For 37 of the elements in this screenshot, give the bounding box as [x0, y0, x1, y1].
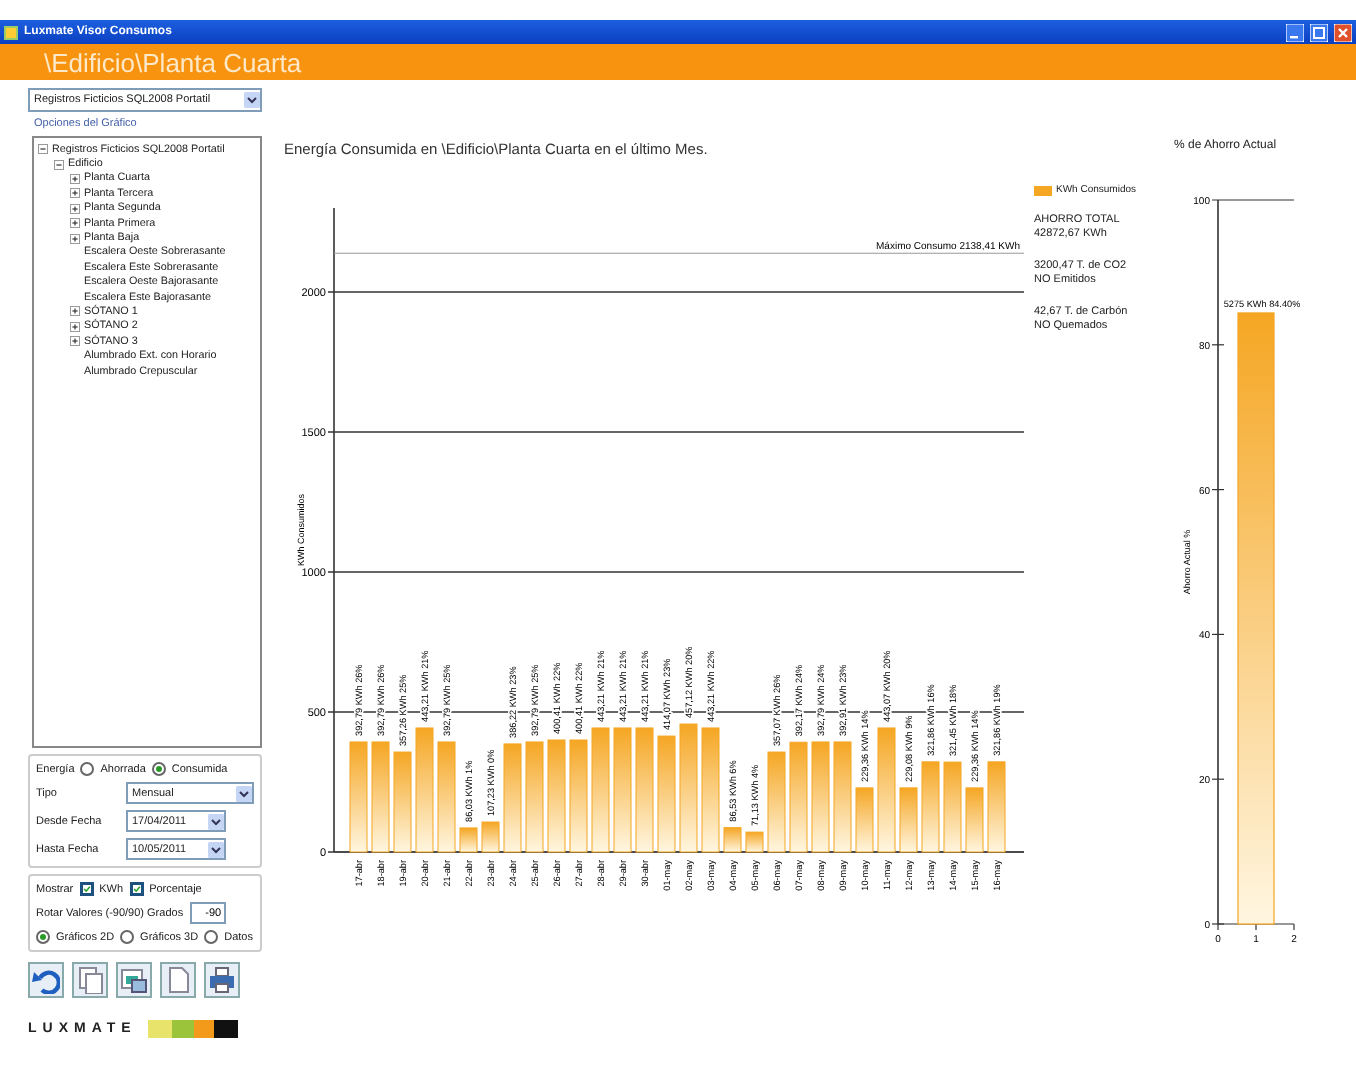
expand-icon[interactable] [70, 321, 80, 332]
radio-button[interactable] [204, 930, 219, 944]
expand-icon[interactable] [70, 306, 80, 317]
logo-mark-icon [148, 1020, 239, 1038]
expand-icon[interactable] [70, 188, 80, 199]
checkbox[interactable] [129, 882, 144, 896]
expand-icon[interactable] [70, 218, 80, 229]
undo-button[interactable] [28, 962, 64, 998]
copy-icon [76, 966, 104, 994]
checkbox[interactable] [79, 882, 94, 896]
radio-button[interactable] [151, 762, 166, 776]
minimize-icon[interactable] [1286, 23, 1304, 41]
caret-icon [208, 841, 224, 857]
maximize-icon[interactable] [1310, 23, 1328, 41]
expand-icon[interactable] [70, 203, 80, 214]
printer-icon [208, 966, 236, 994]
image-button[interactable] [116, 962, 152, 998]
collapse-icon[interactable] [54, 159, 64, 170]
copy-button[interactable] [72, 962, 108, 998]
printer-button[interactable] [204, 962, 240, 998]
expand-icon[interactable] [70, 173, 80, 184]
image-icon [120, 966, 148, 994]
expand-icon[interactable] [70, 336, 80, 347]
radio-button[interactable] [80, 762, 95, 776]
caret-icon [236, 785, 252, 801]
page-icon [164, 966, 192, 994]
close-icon[interactable] [1334, 23, 1352, 41]
expand-icon[interactable] [70, 233, 80, 244]
collapse-icon[interactable] [38, 144, 48, 155]
caret-icon [208, 813, 224, 829]
header-path: \Edificio\Planta Cuarta [44, 47, 302, 77]
page-button[interactable] [160, 962, 196, 998]
undo-icon [32, 966, 60, 994]
app-icon [4, 25, 18, 39]
caret-icon [244, 92, 260, 108]
radio-button[interactable] [36, 930, 50, 944]
radio-button[interactable] [120, 930, 135, 944]
